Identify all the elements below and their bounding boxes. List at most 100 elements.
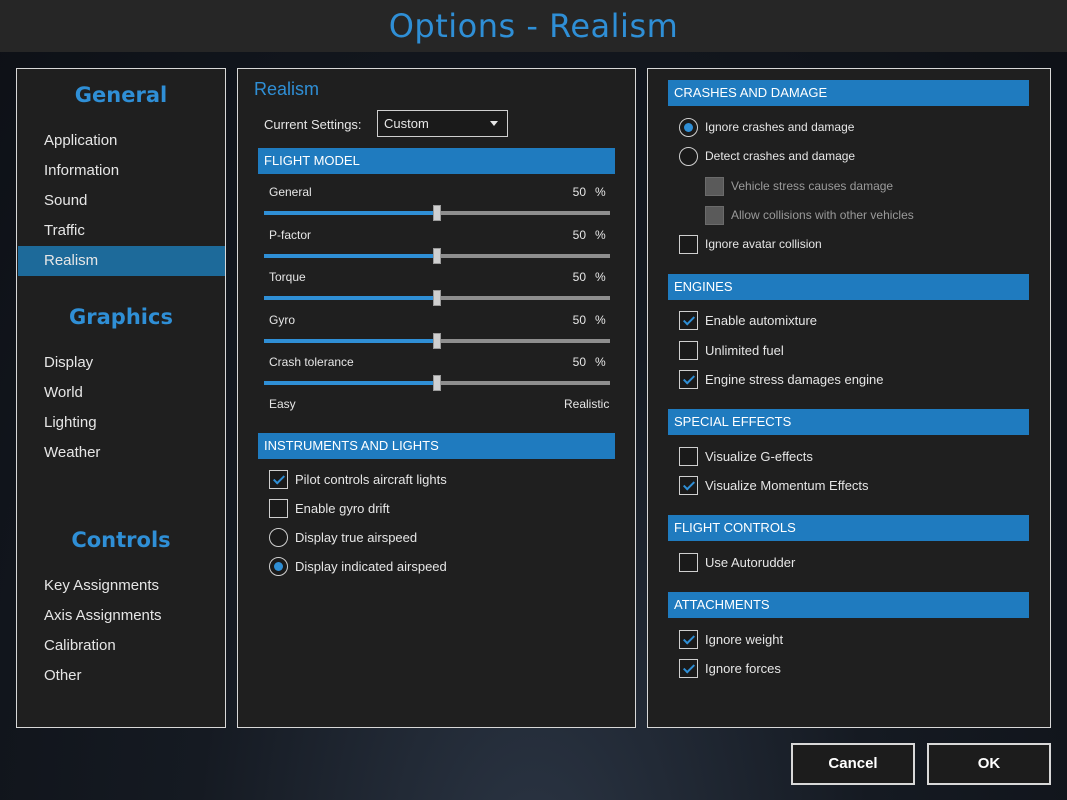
enable-automixture-checkbox[interactable]: Enable automixture [679, 310, 817, 330]
slider-value: 50 [572, 228, 586, 242]
nav-item-weather[interactable]: Weather [18, 438, 225, 468]
torque-slider[interactable] [264, 290, 610, 306]
ignore-forces-checkbox[interactable]: Ignore forces [679, 658, 781, 678]
slider-fill [264, 296, 437, 300]
option-label: Display indicated airspeed [295, 558, 447, 574]
pilot-controls-lights-checkbox[interactable]: Pilot controls aircraft lights [269, 469, 447, 489]
scale-min-label: Easy [269, 397, 296, 411]
display-true-airspeed-radio[interactable]: Display true airspeed [269, 527, 417, 547]
ignore-weight-checkbox[interactable]: Ignore weight [679, 629, 783, 649]
checkbox[interactable] [679, 234, 698, 254]
checkbox[interactable] [269, 498, 288, 518]
chevron-down-icon [490, 121, 498, 126]
radio-button[interactable] [269, 556, 288, 576]
checkmark-icon [682, 312, 696, 326]
display-indicated-airspeed-radio[interactable]: Display indicated airspeed [269, 556, 447, 576]
option-label: Ignore weight [705, 631, 784, 647]
option-label: Visualize G-effects [705, 448, 813, 464]
checkbox[interactable] [679, 369, 698, 389]
checkbox[interactable] [679, 310, 698, 330]
nav-heading-graphics: Graphics [69, 305, 173, 329]
radio-dot-icon [684, 122, 693, 132]
slider-unit: % [595, 228, 606, 242]
panel-title: Realism [254, 79, 320, 99]
nav-item-axis-assignments[interactable]: Axis Assignments [18, 601, 225, 631]
checkmark-icon [682, 660, 696, 674]
vehicle-stress-damage-checkbox[interactable]: Vehicle stress causes damage [705, 176, 893, 196]
checkbox[interactable] [705, 205, 724, 225]
nav-heading-controls: Controls [71, 528, 171, 552]
nav-item-sound[interactable]: Sound [18, 186, 225, 216]
option-label: Ignore avatar collision [705, 237, 822, 251]
slider-fill [264, 339, 437, 343]
use-autorudder-checkbox[interactable]: Use Autorudder [679, 552, 795, 572]
crash-tolerance-slider[interactable] [264, 375, 610, 391]
option-label: Vehicle stress causes damage [731, 179, 894, 193]
nav-item-world[interactable]: World [18, 378, 225, 408]
slider-unit: % [595, 270, 606, 284]
enable-gyro-drift-checkbox[interactable]: Enable gyro drift [269, 498, 390, 518]
checkbox[interactable] [269, 469, 288, 489]
nav-item-key-assignments[interactable]: Key Assignments [18, 571, 225, 601]
slider-label: Gyro [269, 313, 296, 327]
p-factor-slider[interactable] [264, 248, 610, 264]
slider-label: P-factor [269, 228, 312, 242]
checkmark-icon [682, 371, 696, 385]
engine-stress-checkbox[interactable]: Engine stress damages engine [679, 369, 884, 389]
slider-fill [264, 211, 437, 215]
slider-thumb[interactable] [433, 205, 441, 221]
ok-button[interactable]: OK [927, 743, 1051, 785]
option-label: Enable automixture [705, 312, 818, 328]
radio-dot-icon [274, 561, 283, 571]
checkbox[interactable] [679, 475, 698, 495]
checkbox[interactable] [679, 658, 698, 678]
ignore-crashes-radio[interactable]: Ignore crashes and damage [679, 117, 854, 137]
section-header-engines: ENGINES [668, 274, 1029, 300]
gyro-slider[interactable] [264, 333, 610, 349]
damage-options-panel: CRASHES AND DAMAGE Ignore crashes and da… [647, 68, 1051, 728]
nav-item-application[interactable]: Application [18, 126, 225, 156]
unlimited-fuel-checkbox[interactable]: Unlimited fuel [679, 340, 784, 360]
nav-item-display[interactable]: Display [18, 348, 225, 378]
slider-fill [264, 254, 437, 258]
slider-thumb[interactable] [433, 375, 441, 391]
checkbox[interactable] [705, 176, 724, 196]
radio-button[interactable] [679, 117, 698, 137]
current-settings-dropdown[interactable]: Custom [377, 110, 508, 137]
checkbox[interactable] [679, 340, 698, 360]
slider-value: 50 [572, 355, 586, 369]
nav-item-other[interactable]: Other [18, 661, 225, 691]
nav-item-information[interactable]: Information [18, 156, 225, 186]
section-header-special-effects: SPECIAL EFFECTS [668, 409, 1029, 435]
radio-button[interactable] [269, 527, 288, 547]
checkbox[interactable] [679, 552, 698, 572]
allow-collisions-checkbox[interactable]: Allow collisions with other vehicles [705, 205, 914, 225]
option-label: Engine stress damages engine [705, 371, 884, 387]
ignore-avatar-collision-checkbox[interactable]: Ignore avatar collision [679, 234, 822, 254]
nav-item-traffic[interactable]: Traffic [18, 216, 225, 246]
detect-crashes-radio[interactable]: Detect crashes and damage [679, 146, 855, 166]
option-label: Detect crashes and damage [705, 149, 856, 163]
nav-item-realism[interactable]: Realism [18, 246, 225, 276]
slider-thumb[interactable] [433, 333, 441, 349]
option-label: Allow collisions with other vehicles [731, 208, 914, 222]
checkbox[interactable] [679, 446, 698, 466]
checkbox[interactable] [679, 629, 698, 649]
nav-item-lighting[interactable]: Lighting [18, 408, 225, 438]
visualize-g-effects-checkbox[interactable]: Visualize G-effects [679, 446, 813, 466]
cancel-button[interactable]: Cancel [791, 743, 915, 785]
section-header-crashes: CRASHES AND DAMAGE [668, 80, 1029, 106]
option-label: Pilot controls aircraft lights [295, 471, 447, 487]
slider-thumb[interactable] [433, 290, 441, 306]
option-label: Unlimited fuel [705, 342, 784, 358]
option-label: Enable gyro drift [295, 500, 390, 516]
visualize-momentum-checkbox[interactable]: Visualize Momentum Effects [679, 475, 869, 495]
nav-heading-general: General [74, 83, 168, 107]
nav-item-calibration[interactable]: Calibration [18, 631, 225, 661]
slider-unit: % [595, 185, 606, 199]
slider-fill [264, 381, 437, 385]
realism-panel: Realism Current Settings: Custom FLIGHT … [237, 68, 636, 728]
radio-button[interactable] [679, 146, 698, 166]
slider-thumb[interactable] [433, 248, 441, 264]
general-slider[interactable] [264, 205, 610, 221]
